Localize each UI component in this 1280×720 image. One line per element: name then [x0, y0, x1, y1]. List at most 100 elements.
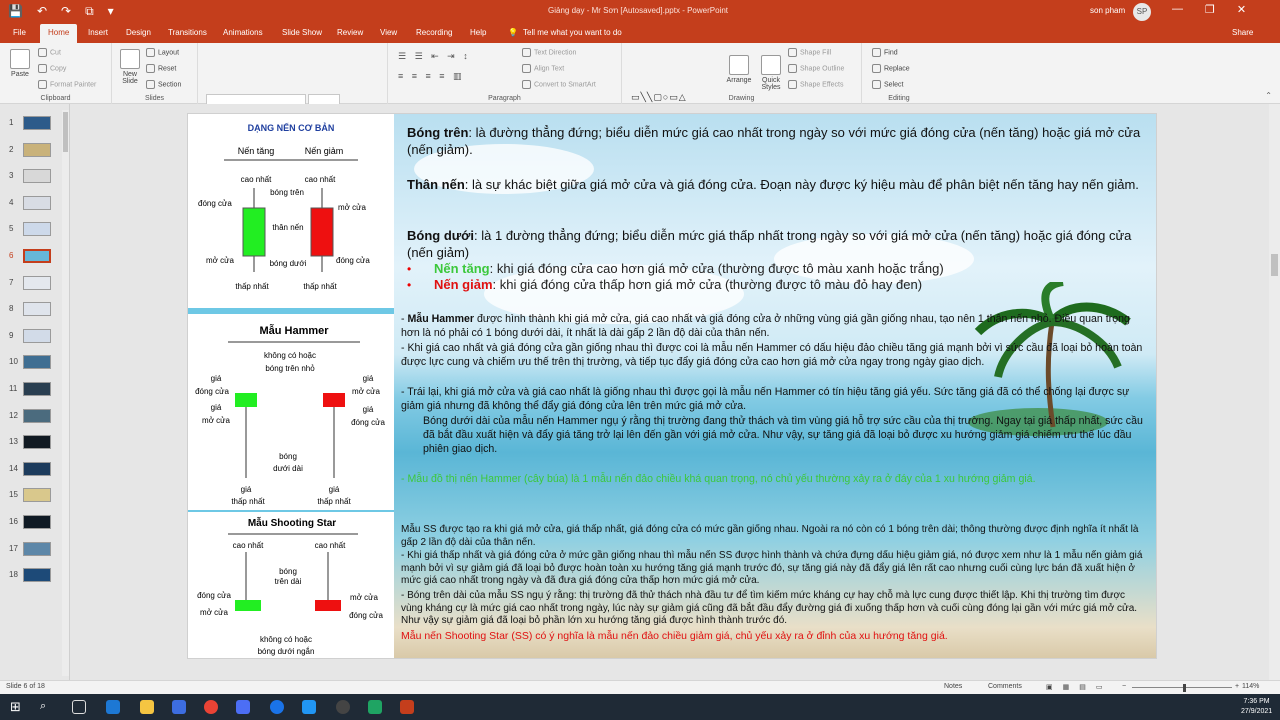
format-painter-button[interactable]: Format Painter: [38, 80, 96, 89]
slide-thumbnail[interactable]: 18: [6, 568, 70, 583]
arrange-icon: [729, 55, 749, 75]
quick-styles-button[interactable]: Quick Styles: [756, 55, 786, 91]
comments-button[interactable]: Comments: [988, 683, 1022, 690]
new-slide-button[interactable]: New Slide: [116, 49, 144, 85]
align-buttons[interactable]: ≡ ≡ ≡ ≡ ▥: [398, 71, 465, 82]
clock-date: 27/9/2021: [1241, 708, 1273, 715]
align-text-button[interactable]: Align Text: [522, 64, 564, 73]
slide-thumbnail[interactable]: 3: [6, 169, 70, 184]
slide-thumbnail[interactable]: 15: [6, 488, 70, 503]
edge-icon[interactable]: [106, 700, 120, 714]
copy-button[interactable]: Copy: [38, 64, 66, 73]
slide-thumbnail[interactable]: 9: [6, 328, 70, 343]
slide-number: 15: [9, 490, 18, 500]
find-button[interactable]: Find: [872, 48, 898, 57]
tab-recording[interactable]: Recording: [416, 28, 452, 37]
notes-button[interactable]: Notes: [944, 683, 962, 690]
slide-thumbnail[interactable]: 12: [6, 408, 70, 423]
thumbnails-scrollbar[interactable]: [62, 110, 69, 676]
slide-thumbnail[interactable]: 17: [6, 541, 70, 556]
zoom-slider[interactable]: [1132, 687, 1232, 688]
tab-animations[interactable]: Animations: [223, 28, 263, 37]
app-icon[interactable]: [236, 700, 250, 714]
slide-thumbnail[interactable]: 13: [6, 435, 70, 450]
tell-me-search[interactable]: Tell me what you want to do: [523, 28, 622, 37]
tab-view[interactable]: View: [380, 28, 397, 37]
zoom-slider-thumb[interactable]: [1183, 684, 1187, 692]
task-view-icon[interactable]: [72, 700, 86, 714]
zoom-level[interactable]: 114%: [1242, 683, 1259, 690]
slide-thumbnail[interactable]: 11: [6, 382, 70, 396]
share-button[interactable]: Share: [1232, 28, 1253, 37]
shooting-star-diagram: Mẫu Shooting Star cao nhất cao nhất bóng…: [197, 516, 383, 656]
present-icon[interactable]: ⧉: [85, 4, 94, 19]
tab-help[interactable]: Help: [470, 28, 486, 37]
collapse-ribbon-icon[interactable]: ⌃: [1265, 91, 1272, 100]
thumbnails-scroll-thumb[interactable]: [63, 112, 68, 152]
text-direction-button[interactable]: Text Direction: [522, 48, 576, 57]
shape-outline-button[interactable]: Shape Outline: [788, 64, 844, 73]
drive-icon[interactable]: [368, 700, 382, 714]
slide-thumbnail[interactable]: 1: [6, 116, 70, 130]
select-button[interactable]: Select: [872, 80, 903, 89]
tab-home[interactable]: Home: [40, 24, 78, 43]
slide-thumbnail[interactable]: 8: [6, 302, 70, 317]
close-button[interactable]: ✕: [1237, 3, 1246, 16]
slide-thumbnail[interactable]: 14: [6, 461, 70, 476]
canvas-scroll-thumb[interactable]: [1271, 254, 1278, 276]
avatar[interactable]: SP: [1133, 3, 1151, 21]
file-explorer-icon[interactable]: [140, 700, 154, 714]
maximize-button[interactable]: ❐: [1205, 3, 1215, 16]
reset-button[interactable]: Reset: [146, 64, 176, 73]
arrange-button[interactable]: Arrange: [722, 55, 756, 84]
word-icon[interactable]: [172, 700, 186, 714]
slide-thumbnail[interactable]: 4: [6, 195, 70, 210]
tab-slide-show[interactable]: Slide Show: [282, 28, 322, 37]
paste-button[interactable]: Paste: [6, 49, 34, 78]
powerpoint-icon[interactable]: [400, 700, 414, 714]
save-icon[interactable]: 💾: [8, 4, 23, 19]
system-clock[interactable]: 7:36 PM 27/9/2021: [1241, 697, 1272, 717]
section-button[interactable]: Section: [146, 80, 181, 89]
replace-button[interactable]: Replace: [872, 64, 910, 73]
term: Bóng dưới: [407, 228, 475, 243]
slide-thumbnail[interactable]: 10: [6, 355, 70, 370]
view-buttons[interactable]: ▣▦▤▭: [1046, 683, 1112, 691]
chrome-icon[interactable]: [204, 700, 218, 714]
tab-insert[interactable]: Insert: [88, 28, 108, 37]
user-name[interactable]: son pham: [1090, 6, 1125, 15]
slide[interactable]: DẠNG NẾN CƠ BẢN Nến tăng Nến giảm cao nh…: [187, 113, 1157, 659]
zalo-icon[interactable]: [270, 700, 284, 714]
slide-thumbnail[interactable]: 7: [6, 275, 70, 290]
tab-design[interactable]: Design: [126, 28, 151, 37]
ss-strong: - Khi giá thấp nhất và giá đóng cửa ở mứ…: [401, 550, 1143, 586]
shape-fill-button[interactable]: Shape Fill: [788, 48, 831, 57]
minimize-button[interactable]: —: [1172, 3, 1183, 16]
slide-thumbnail[interactable]: 5: [6, 222, 70, 237]
tab-transitions[interactable]: Transitions: [168, 28, 207, 37]
list-buttons[interactable]: ☰ ☰ ⇤ ⇥ ↕: [398, 51, 471, 62]
app-icon[interactable]: [302, 700, 316, 714]
slide-thumbnail[interactable]: 6: [6, 249, 70, 263]
search-icon[interactable]: ⌕: [40, 700, 54, 714]
redo-icon[interactable]: ↷: [61, 4, 71, 19]
layout-button[interactable]: Layout: [146, 48, 179, 57]
tab-file[interactable]: File: [13, 28, 26, 37]
slide-number: 7: [9, 277, 14, 287]
zoom-in-button[interactable]: +: [1235, 683, 1239, 690]
star-red-body: [315, 600, 341, 611]
canvas-scrollbar[interactable]: [1269, 104, 1280, 680]
zoom-out-button[interactable]: −: [1122, 683, 1126, 690]
section-title: Mẫu Hammer: [259, 324, 329, 337]
cut-button[interactable]: Cut: [38, 48, 61, 57]
undo-icon[interactable]: ↶: [37, 4, 47, 19]
tab-review[interactable]: Review: [337, 28, 363, 37]
slide-thumbnail[interactable]: 2: [6, 142, 70, 157]
convert-smartart-button[interactable]: Convert to SmartArt: [522, 80, 596, 89]
shape-effects-button[interactable]: Shape Effects: [788, 80, 843, 89]
windows-start-icon[interactable]: ⊞: [10, 700, 24, 714]
slide-thumbnail[interactable]: 16: [6, 515, 70, 529]
obs-icon[interactable]: [336, 700, 350, 714]
customize-qat-icon[interactable]: ▾: [108, 4, 114, 19]
ribbon: Paste Cut Copy Format Painter Clipboard …: [0, 43, 1280, 126]
